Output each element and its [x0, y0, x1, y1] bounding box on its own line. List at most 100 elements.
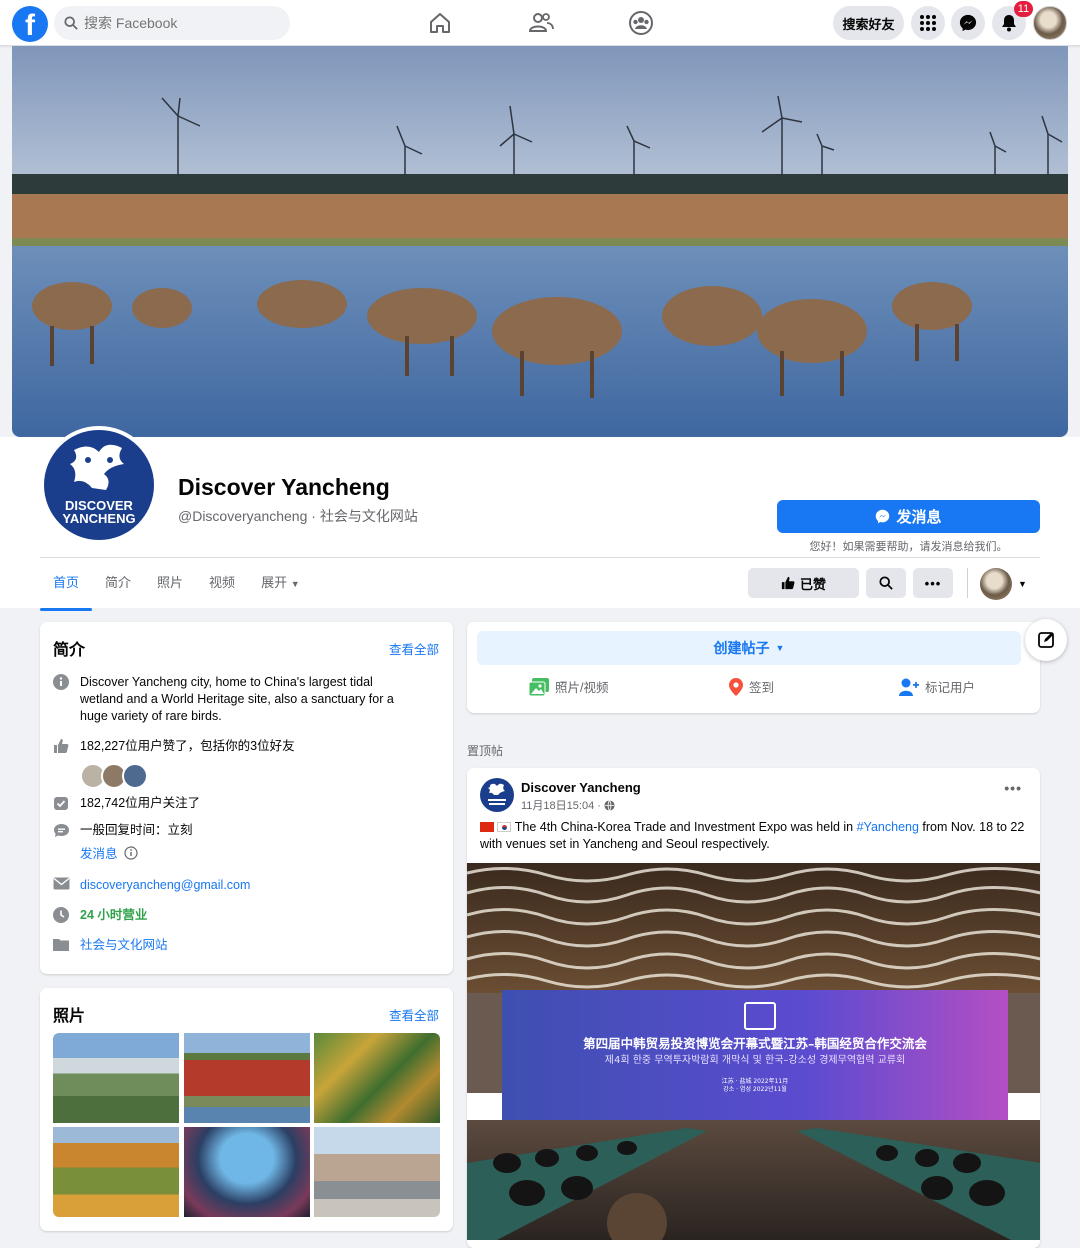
- photo-icon: [529, 677, 549, 696]
- create-post-button[interactable]: 创建帖子 ▼: [477, 631, 1021, 665]
- caret-down-icon: ▼: [290, 579, 300, 589]
- korea-flag-icon: [497, 822, 512, 832]
- intro-email-row: discoveryancheng@gmail.com: [52, 877, 250, 894]
- photo-thumbnail[interactable]: [183, 1033, 310, 1123]
- discover-yancheng-logo-icon: DISCOVER YANCHENG: [62, 444, 136, 526]
- tab-photos[interactable]: 照片: [144, 565, 196, 607]
- intro-email-link[interactable]: discoveryancheng@gmail.com: [80, 877, 250, 894]
- intro-followers-row: 182,742位用户关注了: [52, 795, 200, 812]
- post-image[interactable]: 第四届中韩贸易投资博览会开幕式暨江苏–韩国经贸合作交流会 제4회 한중 무역투자…: [467, 863, 1040, 1240]
- caret-down-icon: ▼: [1018, 579, 1027, 589]
- post-body: The 4th China-Korea Trade and Investment…: [480, 819, 1025, 853]
- intro-send-message-row: 发消息: [80, 843, 138, 862]
- photos-see-all-link[interactable]: 查看全部: [389, 1005, 439, 1024]
- location-pin-icon: [729, 677, 743, 696]
- intro-card: 简介 查看全部 Discover Yancheng city, home to …: [40, 622, 453, 974]
- tab-home[interactable]: 首页: [40, 565, 93, 611]
- intro-followers: 182,742位用户关注了: [80, 796, 201, 810]
- cover-photo[interactable]: [12, 46, 1068, 437]
- page-more-button[interactable]: •••: [913, 568, 953, 598]
- tag-category-icon: [53, 939, 69, 951]
- envelope-icon: [53, 877, 69, 890]
- messenger-icon: [959, 14, 977, 32]
- expo-hall-image: 第四届中韩贸易投资博览会开幕式暨江苏–韩国经贸合作交流会 제4회 한중 무역투자…: [467, 863, 1040, 1240]
- post-timestamp[interactable]: 11月18日15:04 ·: [521, 797, 615, 813]
- liked-button[interactable]: 已赞: [748, 568, 859, 598]
- thumbs-up-icon: [781, 576, 795, 590]
- search-box[interactable]: [54, 6, 290, 40]
- voice-avatar: [980, 568, 1012, 600]
- photos-title: 照片: [53, 1008, 86, 1025]
- facebook-logo[interactable]: f: [12, 6, 48, 42]
- friend-avatars[interactable]: [80, 763, 148, 789]
- post-options-button[interactable]: •••: [1004, 780, 1022, 796]
- groups-icon[interactable]: [626, 8, 656, 38]
- notification-badge: 11: [1014, 1, 1033, 17]
- messenger-button[interactable]: [951, 6, 985, 40]
- bell-icon: [1002, 15, 1016, 32]
- hashtag-link[interactable]: #Yancheng: [857, 820, 919, 834]
- page-search-button[interactable]: [866, 568, 906, 598]
- search-icon: [879, 576, 893, 590]
- composer-card: 创建帖子 ▼ 照片/视频 签到 标记用户: [467, 622, 1040, 713]
- intro-likes: 182,227位用户赞了，包括你的3位好友: [80, 739, 295, 753]
- find-friends-button[interactable]: 搜索好友: [833, 6, 904, 40]
- page-profile-picture[interactable]: DISCOVER YANCHENG: [40, 426, 158, 544]
- liked-label: 已赞: [799, 576, 826, 592]
- photo-thumbnail[interactable]: [314, 1127, 440, 1217]
- photo-video-action[interactable]: 照片/视频: [529, 677, 608, 696]
- photo-video-label: 照片/视频: [555, 681, 609, 695]
- grid-menu-icon: [920, 15, 936, 31]
- intro-hours-row: 24 小时营业: [52, 907, 147, 924]
- logo-text-line2: YANCHENG: [62, 511, 135, 526]
- photos-card: 照片 查看全部: [40, 988, 453, 1231]
- caret-down-icon: ▼: [775, 643, 785, 653]
- post-author-name[interactable]: Discover Yancheng: [521, 780, 641, 795]
- home-icon[interactable]: [425, 8, 455, 38]
- edit-post-fab[interactable]: [1025, 619, 1067, 661]
- info-outline-icon[interactable]: [123, 845, 138, 860]
- account-avatar[interactable]: [1033, 6, 1067, 40]
- clock-icon: [53, 907, 69, 923]
- tag-people-action[interactable]: 标记用户: [899, 677, 975, 696]
- page-voice-selector[interactable]: ▼: [980, 568, 1030, 600]
- send-message-button[interactable]: 发消息: [777, 500, 1040, 533]
- friends-icon[interactable]: [526, 8, 556, 38]
- intro-likes-row: 182,227位用户赞了，包括你的3位好友: [52, 738, 295, 755]
- thumbs-up-icon: [54, 739, 69, 753]
- message-note: 您好！如果需要帮助，请发消息给我们。: [809, 541, 1008, 553]
- check-in-label: 签到: [749, 681, 775, 695]
- tab-videos[interactable]: 视频: [196, 565, 248, 607]
- post-author-avatar[interactable]: [480, 778, 514, 812]
- more-dots-icon: •••: [924, 575, 942, 591]
- actions-separator: [967, 568, 968, 598]
- tab-more[interactable]: 展开 ▼: [248, 565, 313, 607]
- intro-hours[interactable]: 24 小时营业: [80, 907, 147, 924]
- post-text-before: The 4th China-Korea Trade and Investment…: [511, 820, 857, 834]
- page-name: Discover Yancheng: [178, 474, 390, 500]
- banner-title-zh: 第四届中韩贸易投资博览会开幕式暨江苏–韩国经贸合作交流会: [583, 1036, 927, 1051]
- photo-thumbnail[interactable]: [183, 1127, 310, 1217]
- discover-yancheng-logo-icon: [488, 783, 506, 805]
- china-flag-icon: [480, 822, 494, 832]
- tab-more-label: 展开: [261, 575, 288, 590]
- intro-response-time: 一般回复时间：立刻: [80, 823, 193, 837]
- page-tabs: 首页 简介 照片 视频 展开 ▼: [40, 565, 313, 611]
- menu-button[interactable]: [911, 6, 945, 40]
- banner-date-ko: 강소 · 염성 2022년11월: [723, 1085, 787, 1093]
- tab-about[interactable]: 简介: [92, 565, 144, 607]
- intro-category-link[interactable]: 社会与文化网站: [80, 937, 168, 954]
- search-icon: [64, 16, 78, 30]
- intro-description-row: Discover Yancheng city, home to China's …: [52, 674, 412, 725]
- photo-thumbnail[interactable]: [53, 1033, 179, 1123]
- photo-thumbnail[interactable]: [314, 1033, 440, 1123]
- intro-response-row: 一般回复时间：立刻: [52, 822, 193, 839]
- photo-thumbnail[interactable]: [53, 1127, 179, 1217]
- banner-title-ko: 제4회 한중 무역투자박람회 개막식 및 한국–강소성 경제무역협력 교류회: [605, 1053, 905, 1066]
- intro-send-message-link[interactable]: 发消息: [80, 843, 118, 862]
- search-input[interactable]: [84, 15, 274, 31]
- messenger-icon: [876, 509, 890, 524]
- intro-see-all-link[interactable]: 查看全部: [389, 639, 439, 658]
- check-in-action[interactable]: 签到: [729, 677, 774, 696]
- friend-avatar: [122, 763, 148, 789]
